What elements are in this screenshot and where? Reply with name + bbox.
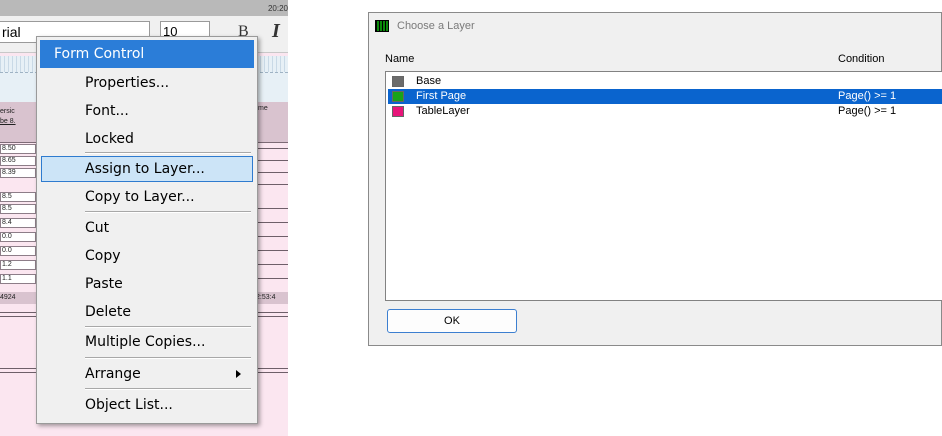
menu-separator xyxy=(85,388,251,390)
column-header-name[interactable]: Name xyxy=(385,53,414,65)
editor-clock: 20:20 xyxy=(267,4,288,13)
report-field[interactable]: 8.5 xyxy=(0,204,36,214)
grid-line xyxy=(256,278,288,279)
menu-item-font[interactable]: Font... xyxy=(41,98,253,124)
menu-item-label: Arrange xyxy=(85,366,141,382)
menu-item-locked[interactable]: Locked xyxy=(41,126,253,152)
report-field[interactable]: 0.0 xyxy=(0,246,36,256)
column-header-left: ersic be 8. xyxy=(0,102,40,143)
dialog-titlebar: Choose a Layer xyxy=(369,13,941,41)
double-rule xyxy=(0,312,38,317)
menu-item-copy[interactable]: Copy xyxy=(41,243,253,269)
context-menu-header: Form Control xyxy=(40,40,254,68)
layer-name: Base xyxy=(416,75,442,87)
grid-line xyxy=(256,250,288,251)
column-header-text: me xyxy=(258,105,268,112)
layer-row-selected[interactable]: First Page Page() >= 1 xyxy=(388,89,942,104)
editor-titlebar: 20:20 xyxy=(0,0,288,16)
menu-item-assign-to-layer[interactable]: Assign to Layer... xyxy=(41,156,253,182)
layer-color-swatch xyxy=(392,106,404,117)
report-field[interactable]: 1.1 xyxy=(0,274,36,284)
menu-separator xyxy=(85,357,251,359)
layer-name: TableLayer xyxy=(416,105,470,117)
double-rule xyxy=(256,312,288,317)
double-rule xyxy=(256,368,288,373)
form-control-context-menu: Form Control Properties... Font... Locke… xyxy=(36,36,258,424)
column-header-text: ersic xyxy=(0,108,15,115)
menu-item-delete[interactable]: Delete xyxy=(41,299,253,325)
layer-row[interactable]: TableLayer Page() >= 1 xyxy=(388,104,942,119)
italic-button[interactable]: I xyxy=(272,20,280,43)
report-field[interactable]: 8.50 xyxy=(0,144,36,154)
menu-item-properties[interactable]: Properties... xyxy=(41,70,253,96)
submenu-arrow-icon xyxy=(236,370,241,378)
layer-condition: Page() >= 1 xyxy=(838,105,897,117)
menu-separator xyxy=(85,211,251,213)
menu-item-arrange[interactable]: Arrange xyxy=(41,361,253,387)
report-total-field[interactable]: 4924 xyxy=(0,292,38,304)
menu-item-cut[interactable]: Cut xyxy=(41,215,253,241)
grid-line xyxy=(256,172,288,173)
report-field[interactable]: 1.2 xyxy=(0,260,36,270)
layer-color-swatch xyxy=(392,91,404,102)
layer-color-swatch xyxy=(392,76,404,87)
report-field[interactable]: 8.39 xyxy=(0,168,36,178)
menu-separator xyxy=(85,326,251,328)
menu-item-paste[interactable]: Paste xyxy=(41,271,253,297)
menu-item-object-list[interactable]: Object List... xyxy=(41,392,253,418)
grid-line xyxy=(256,208,288,209)
dialog-title: Choose a Layer xyxy=(397,20,475,32)
layer-row[interactable]: Base xyxy=(388,74,942,89)
report-field[interactable]: 8.65 xyxy=(0,156,36,166)
menu-item-copy-to-layer[interactable]: Copy to Layer... xyxy=(41,184,253,210)
grid-line xyxy=(256,160,288,161)
grid-line xyxy=(256,222,288,223)
column-header-condition[interactable]: Condition xyxy=(838,53,884,65)
menu-item-multiple-copies[interactable]: Multiple Copies... xyxy=(41,329,253,355)
layer-list[interactable]: Base First Page Page() >= 1 TableLayer P… xyxy=(385,71,942,301)
report-field[interactable]: 8.4 xyxy=(0,218,36,228)
layer-name: First Page xyxy=(416,90,467,102)
report-field[interactable]: 8.5 xyxy=(0,192,36,202)
grid-line xyxy=(256,184,288,185)
grid-line xyxy=(256,236,288,237)
grid-line xyxy=(256,264,288,265)
column-header-right: me xyxy=(256,102,288,143)
grid-line xyxy=(256,148,288,149)
choose-layer-dialog: Choose a Layer Name Condition Base First… xyxy=(368,12,942,346)
report-total-field[interactable]: 2:53:4 xyxy=(256,292,288,304)
menu-separator xyxy=(85,152,251,154)
double-rule xyxy=(0,368,38,373)
column-header-text: be 8. xyxy=(0,118,16,125)
ok-button[interactable]: OK xyxy=(387,309,517,333)
app-icon xyxy=(375,20,389,32)
layer-condition: Page() >= 1 xyxy=(838,90,897,102)
report-field[interactable]: 0.0 xyxy=(0,232,36,242)
